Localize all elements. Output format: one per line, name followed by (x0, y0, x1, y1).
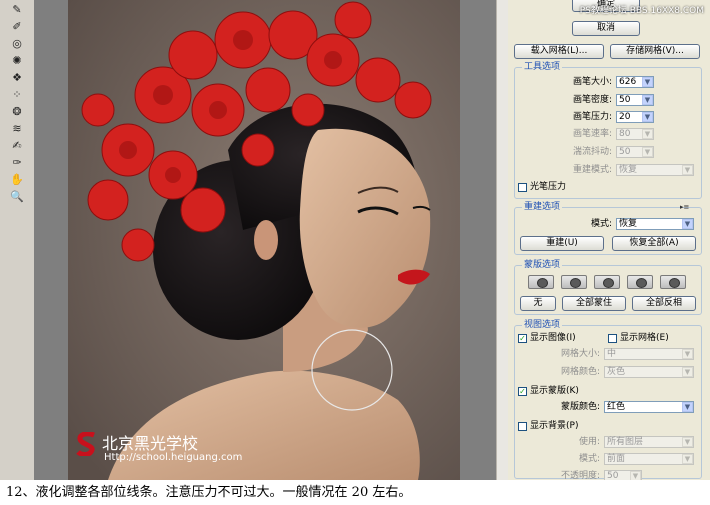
reconstruct-button[interactable]: 重建(U) (520, 236, 604, 251)
liquify-toolbar: ✎ ✐ ◎ ✺ ❖ ⁘ ❂ ≋ ✍ ✑ ✋ 🔍 (0, 0, 34, 480)
hand-icon[interactable]: ✋ (9, 172, 25, 187)
show-mask-checkbox[interactable]: ✓ (518, 387, 527, 396)
restore-all-button[interactable]: 恢复全部(A) (612, 236, 696, 251)
tool-options-title: 工具选项 (522, 62, 563, 72)
chevron-down-icon: ▼ (682, 437, 693, 447)
mesh-color-label: 网格颜色: (560, 367, 600, 377)
show-backdrop-label: 显示背景(P) (530, 421, 579, 431)
load-mesh-button[interactable]: 载入网格(L)... (514, 44, 604, 59)
school-logo-name: 北京黑光学校 (102, 434, 199, 453)
chevron-down-icon[interactable]: ▼ (642, 95, 653, 105)
portrait-image (68, 0, 460, 480)
backdrop-opacity-label: 不透明度: (560, 471, 600, 480)
mesh-color-select: 灰色 ▼ (604, 366, 694, 378)
show-mask-label: 显示蒙版(K) (530, 386, 579, 396)
stylus-pressure-checkbox[interactable] (518, 183, 527, 192)
thaw-mask-icon[interactable]: ✑ (9, 155, 25, 170)
brush-density-field[interactable]: 50 ▼ (616, 94, 654, 106)
chevron-down-icon[interactable]: ▼ (682, 402, 693, 412)
chevron-down-icon: ▼ (642, 147, 653, 157)
reconstruct-icon[interactable]: ✐ (9, 19, 25, 34)
chevron-down-icon[interactable]: ▼ (682, 219, 693, 229)
brush-density-label: 画笔密度: (572, 95, 612, 105)
mask-color-label: 蒙版颜色: (560, 402, 600, 412)
canvas-gutter-right (460, 0, 496, 480)
chevron-down-icon: ▼ (630, 471, 641, 480)
bloat-icon[interactable]: ❖ (9, 70, 25, 85)
liquify-dialog: ✎ ✐ ◎ ✺ ❖ ⁘ ❂ ≋ ✍ ✑ ✋ 🔍 北京黑光学校 Http://sc… (0, 0, 710, 480)
brush-size-label: 画笔大小: (572, 77, 612, 87)
mask-all-button[interactable]: 全部蒙住 (562, 296, 626, 311)
school-logo-url: Http://school.heiguang.com (104, 452, 243, 463)
show-image-checkbox[interactable]: ✓ (518, 334, 527, 343)
turbulence-icon[interactable]: ≋ (9, 121, 25, 136)
preview-canvas[interactable]: 北京黑光学校 Http://school.heiguang.com (68, 0, 460, 480)
chevron-down-icon[interactable]: ▼ (642, 77, 653, 87)
pucker-icon[interactable]: ✺ (9, 53, 25, 68)
chevron-down-icon: ▼ (682, 454, 693, 464)
mask-intersect-icon[interactable] (627, 275, 653, 289)
show-backdrop-checkbox[interactable] (518, 422, 527, 431)
turbulent-jitter-label: 湍流抖动: (572, 147, 612, 157)
forward-warp-icon[interactable]: ✎ (9, 2, 25, 17)
show-mesh-label: 显示网格(E) (620, 333, 669, 343)
chevron-down-icon: ▼ (682, 165, 693, 175)
brush-size-field[interactable]: 626 ▼ (616, 76, 654, 88)
chevron-down-icon[interactable]: ▼ (642, 112, 653, 122)
brush-pressure-label: 画笔压力: (572, 112, 612, 122)
mesh-size-label: 网格大小: (560, 349, 600, 359)
chevron-down-icon: ▼ (642, 129, 653, 139)
backdrop-use-label: 使用: (578, 437, 600, 447)
mirror-icon[interactable]: ❂ (9, 104, 25, 119)
school-logo-mark-icon (76, 432, 95, 456)
invert-all-button[interactable]: 全部反相 (632, 296, 696, 311)
cancel-button[interactable]: 取消 (572, 21, 640, 36)
mask-none-button[interactable]: 无 (520, 296, 556, 311)
panel-menu-icon[interactable]: ▸≡ (680, 203, 689, 211)
forum-watermark: PS教程论坛 BBS.16XX8.COM (579, 6, 704, 16)
mesh-size-select: 中 ▼ (604, 348, 694, 360)
zoom-icon[interactable]: 🔍 (9, 189, 25, 204)
chevron-down-icon: ▼ (682, 367, 693, 377)
show-image-label: 显示图像(I) (530, 333, 576, 343)
twirl-icon[interactable]: ◎ (9, 36, 25, 51)
brush-pressure-field[interactable]: 20 ▼ (616, 111, 654, 123)
mask-color-select[interactable]: 红色 ▼ (604, 401, 694, 413)
show-mesh-checkbox[interactable] (608, 334, 617, 343)
mask-invert-icon[interactable] (660, 275, 686, 289)
mask-options-title: 蒙版选项 (522, 260, 563, 270)
turbulent-jitter-field: 50 ▼ (616, 146, 654, 158)
canvas-gutter-left (34, 0, 68, 480)
reconstruct-options-title: 重建选项 (522, 202, 563, 212)
options-panel: 确定 取消 载入网格(L)... 存储网格(V)... 工具选项 画笔大小: 6… (508, 0, 710, 480)
backdrop-mode-select: 前面 ▼ (604, 453, 694, 465)
view-options-title: 视图选项 (522, 320, 563, 330)
chevron-down-icon: ▼ (682, 349, 693, 359)
reconstruct-mode-select: 恢复 ▼ (616, 164, 694, 176)
backdrop-opacity-field: 50 ▼ (604, 470, 642, 480)
mask-subtract-icon[interactable] (594, 275, 620, 289)
mask-add-icon[interactable] (561, 275, 587, 289)
reconstruct-mode-label: 重建模式: (572, 165, 612, 175)
brush-rate-field: 80 ▼ (616, 128, 654, 140)
stylus-pressure-label: 光笔压力 (530, 182, 567, 192)
save-mesh-button[interactable]: 存储网格(V)... (610, 44, 700, 59)
push-left-icon[interactable]: ⁘ (9, 87, 25, 102)
brush-rate-label: 画笔速率: (572, 129, 612, 139)
freeze-mask-icon[interactable]: ✍ (9, 138, 25, 153)
backdrop-mode-label: 模式: (578, 454, 600, 464)
reconstruct-mode-label-2: 模式: (590, 219, 612, 229)
backdrop-use-select: 所有图层 ▼ (604, 436, 694, 448)
reconstruct-mode-select-2[interactable]: 恢复 ▼ (616, 218, 694, 230)
tutorial-caption: 12、液化调整各部位线条。注意压力不可过大。一般情况在 20 左右。 (6, 485, 412, 500)
mask-replace-icon[interactable] (528, 275, 554, 289)
